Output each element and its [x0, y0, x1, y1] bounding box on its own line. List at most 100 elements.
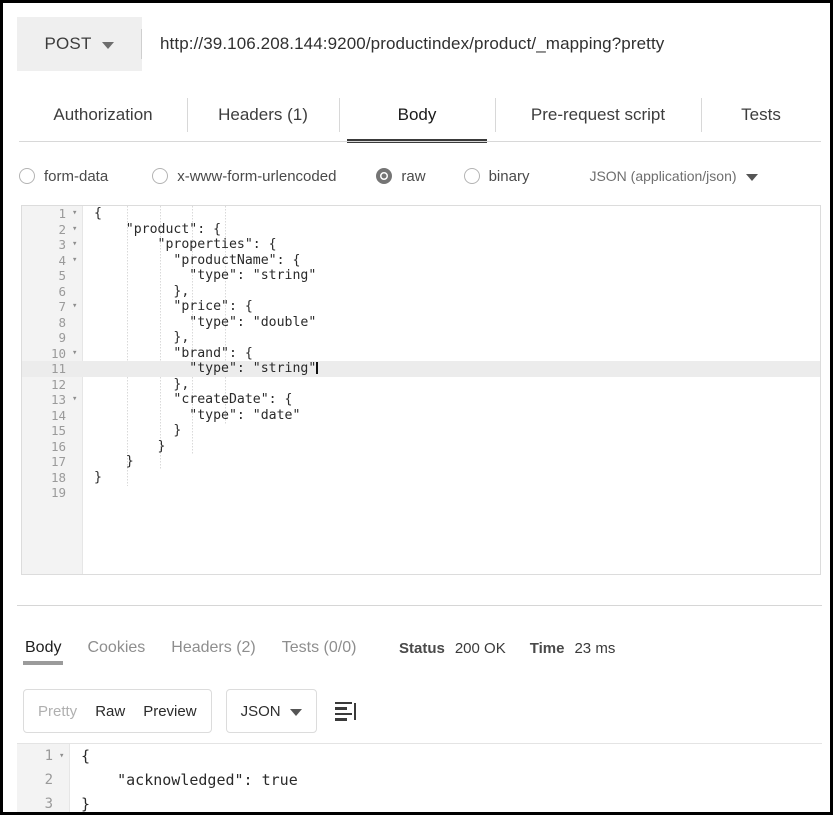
code-line[interactable]: 13 ▾ "createDate": { [22, 392, 820, 408]
radio-raw-label: raw [401, 167, 426, 185]
view-mode-preview[interactable]: Preview [143, 703, 196, 720]
code-text: { [94, 206, 102, 221]
pane-divider[interactable] [17, 605, 822, 606]
status-value: 200 OK [454, 639, 506, 657]
line-number: 17 [50, 454, 66, 469]
code-text: "product": { [94, 221, 222, 237]
code-line[interactable]: 17 } [22, 454, 820, 470]
radio-raw[interactable]: raw [376, 167, 426, 185]
line-number: 18 [50, 469, 66, 485]
response-view-mode-group: Pretty Raw Preview [23, 689, 212, 733]
code-line[interactable]: 8 "type": "double" [22, 315, 820, 331]
fold-arrow-icon[interactable]: ▾ [72, 299, 82, 315]
line-number: 14 [50, 407, 66, 423]
fold-arrow-icon[interactable]: ▾ [72, 392, 82, 408]
code-text: "type": "string" [94, 268, 317, 283]
line-number: 6 [58, 283, 66, 299]
code-line[interactable]: 15 } [22, 423, 820, 439]
code-text: } [94, 454, 134, 469]
code-text: "price": { [94, 299, 253, 314]
line-number: 4 [58, 252, 66, 268]
code-line[interactable]: 2 "acknowledged": true [17, 768, 822, 792]
line-number: 19 [50, 485, 66, 500]
line-number: 1 [58, 206, 66, 221]
line-number: 8 [58, 314, 66, 330]
response-tab-cookies[interactable]: Cookies [87, 639, 145, 657]
code-text: } [94, 438, 166, 454]
code-line[interactable]: 11 "type": "string" [22, 361, 820, 377]
line-number: 5 [58, 268, 66, 283]
code-line[interactable]: 6 }, [22, 284, 820, 300]
code-line[interactable]: 1 ▾ { [17, 744, 822, 768]
view-mode-pretty[interactable]: Pretty [38, 703, 77, 720]
line-number: 1 [44, 748, 53, 764]
code-line[interactable]: 3 ▾ "properties": { [22, 237, 820, 253]
code-text: "properties": { [94, 237, 277, 252]
content-type-label: JSON (application/json) [589, 168, 737, 184]
radio-x-www-form-urlencoded[interactable]: x-www-form-urlencoded [152, 168, 336, 185]
fold-arrow-icon[interactable]: ▾ [72, 222, 82, 238]
response-format-selector[interactable]: JSON [225, 689, 317, 733]
code-line[interactable]: 2 ▾ "product": { [22, 222, 820, 238]
code-line[interactable]: 18} [22, 470, 820, 486]
code-line[interactable]: 4 ▾ "productName": { [22, 253, 820, 269]
line-number: 3 [44, 796, 53, 812]
code-line[interactable]: 14 "type": "date" [22, 408, 820, 424]
code-text: "type": "double" [94, 314, 317, 330]
fold-arrow-icon[interactable]: ▾ [59, 744, 69, 768]
line-number: 7 [58, 299, 66, 314]
response-tab-tests[interactable]: Tests (0/0) [282, 639, 357, 657]
response-body-editor[interactable]: 1 ▾ {2 "acknowledged": true 3} [17, 743, 822, 812]
response-meta: Status 200 OK Time 23 ms [399, 631, 629, 665]
code-line[interactable]: 16 } [22, 439, 820, 455]
response-tab-headers[interactable]: Headers (2) [171, 639, 255, 657]
tab-tests[interactable]: Tests [701, 89, 821, 141]
tab-pre-request-script[interactable]: Pre-request script [495, 89, 701, 141]
fold-arrow-icon[interactable]: ▾ [72, 253, 82, 269]
code-line[interactable]: 1 ▾ { [22, 206, 820, 222]
fold-arrow-icon[interactable]: ▾ [72, 237, 82, 253]
code-line[interactable]: 9 }, [22, 330, 820, 346]
response-tab-body[interactable]: Body [22, 639, 64, 665]
code-text: { [81, 747, 91, 765]
line-number: 15 [50, 423, 66, 438]
code-line[interactable]: 10 ▾ "brand": { [22, 346, 820, 362]
radio-raw-indicator [376, 168, 393, 184]
fold-arrow-icon[interactable]: ▾ [72, 206, 82, 222]
view-mode-raw[interactable]: Raw [95, 703, 125, 720]
request-body-editor[interactable]: 1 ▾ {2 ▾ "product": {3 ▾ "properties": {4 ▾ "… [21, 205, 821, 575]
tab-body[interactable]: Body [339, 89, 495, 143]
code-line[interactable]: 5 "type": "string" [22, 268, 820, 284]
response-toolbar: Pretty Raw Preview JSON [23, 689, 360, 733]
chevron-down-icon [745, 173, 758, 181]
content-type-selector[interactable]: JSON (application/json) [589, 168, 758, 184]
code-text: "type": "date" [94, 407, 301, 423]
http-method-selector[interactable]: POST [17, 17, 141, 71]
radio-binary-label: binary [488, 167, 530, 185]
radio-form-data-label: form-data [44, 167, 109, 185]
code-text: "type": "string" [94, 361, 318, 376]
text-wrap-icon[interactable] [331, 698, 360, 725]
tab-authorization[interactable]: Authorization [19, 89, 187, 141]
chevron-down-icon [101, 42, 114, 49]
request-tabs: Authorization Headers (1) Body Pre-reque… [19, 89, 821, 143]
request-code-lines[interactable]: 1 ▾ {2 ▾ "product": {3 ▾ "properties": {4 ▾ "… [22, 206, 820, 574]
code-line[interactable]: 3} [17, 792, 822, 812]
fold-arrow-icon[interactable]: ▾ [72, 346, 82, 362]
radio-form-data-indicator [19, 168, 35, 184]
radio-form-data[interactable]: form-data [19, 168, 108, 185]
response-code-lines[interactable]: 1 ▾ {2 "acknowledged": true 3} [17, 744, 822, 812]
code-line[interactable]: 19 [22, 485, 820, 501]
postman-window: POST http://39.106.208.144:9200/producti… [0, 0, 833, 815]
line-number: 13 [50, 392, 66, 407]
radio-binary-indicator [463, 168, 480, 184]
request-url-input[interactable]: http://39.106.208.144:9200/productindex/… [142, 17, 822, 71]
tab-headers[interactable]: Headers (1) [187, 89, 339, 141]
radio-binary[interactable]: binary [463, 167, 530, 185]
code-line[interactable]: 12 }, [22, 377, 820, 393]
line-number: 11 [50, 361, 66, 376]
code-text: "productName": { [94, 252, 301, 268]
code-line[interactable]: 7 ▾ "price": { [22, 299, 820, 315]
line-number: 2 [44, 772, 53, 788]
request-url-bar: POST http://39.106.208.144:9200/producti… [17, 17, 822, 71]
